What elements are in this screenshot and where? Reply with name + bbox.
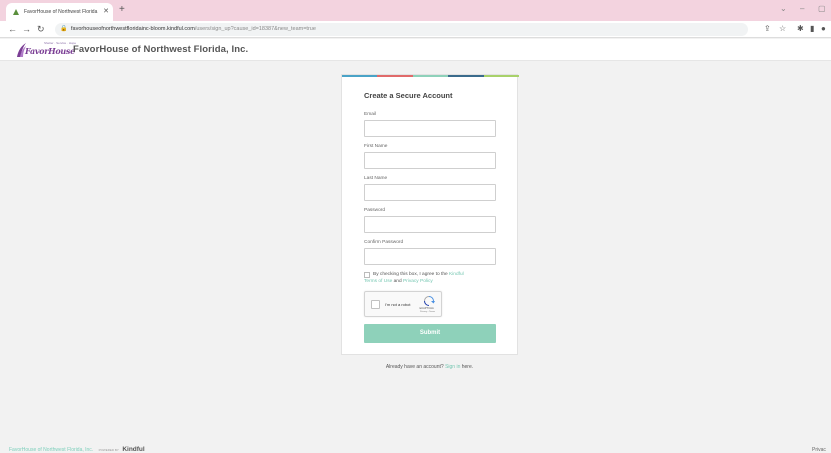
url-host: favorhouseofnorthwestfloridainc-bloom.ki…: [71, 26, 195, 32]
logo-tagline: Shelter · Service · Hope: [44, 41, 77, 45]
favorhouse-logo[interactable]: Shelter · Service · Hope FavorHouse: [16, 41, 76, 59]
agree-text-line2: Terms of Use and Privacy Policy: [364, 279, 433, 284]
accent-stripe-blue: [342, 75, 377, 77]
recaptcha-widget: I'm not a robot reCAPTCHA Privacy - Term…: [364, 291, 442, 317]
agree-text-line1: By checking this box, I agree to the Kin…: [373, 271, 498, 279]
browser-tab[interactable]: FavorHouse of Northwest Florida ✕: [6, 3, 113, 21]
lock-icon: 🔒: [60, 26, 68, 32]
url-path: /users/sign_up?cause_id=18387&new_team=t…: [194, 26, 316, 32]
profile-avatar-icon[interactable]: ●: [821, 24, 826, 34]
accent-stripe-navy: [448, 75, 484, 77]
signup-card: Create a Secure Account Email First Name…: [341, 74, 519, 355]
submit-button[interactable]: Submit: [364, 324, 496, 343]
reload-icon[interactable]: ↻: [37, 24, 45, 34]
browser-toolbar: ← → ↻ 🔒 favorhouseofnorthwestfloridainc-…: [0, 21, 831, 38]
site-header: Shelter · Service · Hope FavorHouse Favo…: [0, 39, 831, 61]
signin-prefix: Already have an account?: [385, 364, 444, 370]
tab-title: FavorHouse of Northwest Florida: [24, 9, 98, 15]
favicon-icon: [13, 9, 19, 15]
minimize-icon[interactable]: –: [800, 4, 804, 13]
close-tab-icon[interactable]: ✕: [103, 3, 109, 21]
forward-icon[interactable]: →: [22, 24, 31, 34]
logo-text: FavorHouse: [25, 46, 75, 56]
browser-tab-bar: FavorHouse of Northwest Florida ✕ + ⌄ – …: [0, 0, 831, 21]
recaptcha-terms[interactable]: Privacy - Terms: [420, 311, 435, 313]
extensions-icon[interactable]: ✱: [797, 24, 804, 34]
agree-checkbox[interactable]: [364, 272, 370, 278]
site-title: FavorHouse of Northwest Florida, Inc.: [73, 44, 249, 55]
confirm-password-field[interactable]: [364, 248, 496, 265]
footer-org-link[interactable]: FavorHouse of Northwest Florida, Inc.: [9, 447, 93, 453]
accent-stripe-red: [377, 75, 413, 77]
maximize-icon[interactable]: ▢: [818, 4, 826, 13]
last-name-field[interactable]: [364, 184, 496, 201]
password-field[interactable]: [364, 216, 496, 233]
recaptcha-icon: [424, 296, 435, 306]
agree-and: and: [393, 279, 402, 284]
recaptcha-label: I'm not a robot: [385, 302, 411, 307]
first-name-label: First Name: [364, 144, 388, 149]
accent-stripe-green: [484, 75, 519, 77]
email-field[interactable]: [364, 120, 496, 137]
share-icon[interactable]: ⇪: [764, 24, 771, 34]
powered-by-label: POWERED BY: [98, 448, 119, 452]
signin-link[interactable]: Sign in: [445, 364, 460, 370]
form-title: Create a Secure Account: [364, 91, 453, 100]
signin-prompt: Already have an account? Sign in here.: [341, 364, 518, 370]
last-name-label: Last Name: [364, 176, 388, 181]
footer: FavorHouse of Northwest Florida, Inc. PO…: [9, 446, 145, 453]
password-label: Password: [364, 208, 386, 213]
sidepanel-icon[interactable]: ▮: [810, 24, 814, 34]
email-label: Email: [364, 112, 376, 117]
confirm-password-label: Confirm Password: [364, 240, 404, 245]
tab-search-icon[interactable]: ⌄: [780, 4, 787, 13]
recaptcha-brand: reCAPTCHA: [419, 307, 434, 310]
new-tab-icon[interactable]: +: [119, 5, 125, 15]
agree-prefix: By checking this box, I agree to the: [373, 272, 448, 277]
kindful-link[interactable]: Kindful: [449, 272, 464, 277]
privacy-link[interactable]: Privac: [812, 447, 826, 453]
signin-suffix: here.: [461, 364, 474, 370]
terms-of-use-link[interactable]: Terms of Use: [364, 279, 392, 284]
kindful-logo[interactable]: Kindful: [122, 446, 144, 453]
bookmark-star-icon[interactable]: ☆: [779, 24, 786, 34]
address-bar[interactable]: 🔒 favorhouseofnorthwestfloridainc-bloom.…: [55, 23, 748, 36]
recaptcha-checkbox[interactable]: [371, 300, 380, 309]
privacy-policy-link[interactable]: Privacy Policy: [403, 279, 433, 284]
accent-stripe-teal: [413, 75, 448, 77]
back-icon[interactable]: ←: [8, 24, 17, 34]
first-name-field[interactable]: [364, 152, 496, 169]
